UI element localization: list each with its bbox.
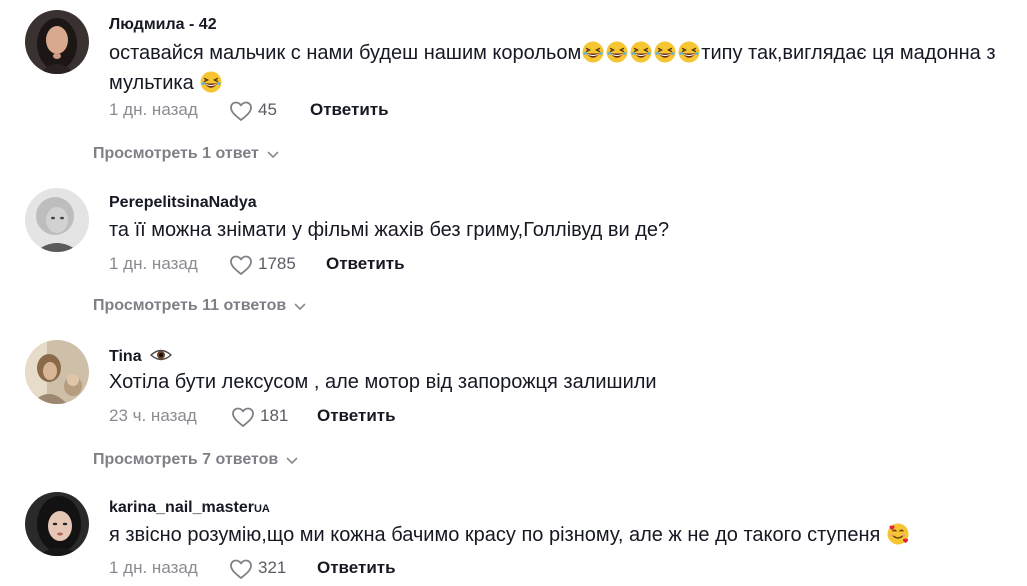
avatar[interactable]	[25, 10, 89, 74]
grinning-squinting-face-icon	[200, 71, 222, 93]
comment-text: оставайся мальчик с нами будеш нашим кор…	[109, 38, 1014, 98]
reply-button[interactable]: Ответить	[317, 558, 396, 578]
view-replies-button[interactable]: Просмотреть 1 ответ	[93, 145, 279, 163]
view-replies-label: Просмотреть 11 ответов	[93, 297, 287, 314]
comment-username[interactable]: PerepelitsinaNadya	[109, 194, 257, 212]
grinning-squinting-face-icon	[654, 41, 676, 63]
view-replies-label: Просмотреть 1 ответ	[93, 145, 259, 162]
heart-outline-icon[interactable]	[229, 254, 253, 276]
smiling-face-with-hearts-icon	[887, 523, 909, 545]
comment-time: 1 дн. назад	[109, 100, 198, 119]
grinning-squinting-face-icon	[582, 41, 604, 63]
comment-time: 1 дн. назад	[109, 558, 198, 577]
username-label: Tina	[109, 348, 142, 365]
avatar[interactable]	[25, 188, 89, 252]
avatar[interactable]	[25, 340, 89, 404]
username-label: karina_nail_master	[109, 499, 254, 516]
chevron-down-icon	[294, 303, 306, 311]
comment-text-part: оставайся мальчик с нами будеш нашим кор…	[109, 42, 582, 64]
comment-text-part: я звісно розумію,що ми кожна бачимо крас…	[109, 524, 881, 546]
heart-outline-icon[interactable]	[231, 406, 255, 428]
view-replies-label: Просмотреть 7 ответов	[93, 451, 279, 468]
view-replies-button[interactable]: Просмотреть 7 ответов	[93, 451, 298, 469]
reply-button[interactable]: Ответить	[317, 406, 396, 426]
comment-time: 1 дн. назад	[109, 254, 198, 273]
grinning-squinting-face-icon	[630, 41, 652, 63]
username-suffix: UA	[253, 503, 270, 515]
like-count: 321	[258, 558, 287, 577]
grinning-squinting-face-icon	[678, 41, 700, 63]
like-count: 45	[258, 100, 277, 119]
view-replies-button[interactable]: Просмотреть 11 ответов	[93, 297, 306, 315]
like-count: 1785	[258, 254, 296, 273]
chevron-down-icon	[286, 457, 298, 465]
comment-text: та її можна знімати у фільмі жахів без г…	[109, 219, 670, 241]
heart-outline-icon[interactable]	[229, 558, 253, 580]
eye-icon	[150, 349, 173, 361]
heart-outline-icon[interactable]	[229, 100, 253, 122]
comment-username[interactable]: Tina	[109, 347, 173, 366]
chevron-down-icon	[267, 151, 279, 159]
avatar[interactable]	[25, 492, 89, 556]
comment-username[interactable]: karina_nail_masterUA	[109, 499, 270, 517]
comment-text: я звісно розумію,що ми кожна бачимо крас…	[109, 520, 1014, 550]
comment-username[interactable]: Людмила - 42	[109, 16, 217, 34]
grinning-squinting-face-icon	[606, 41, 628, 63]
reply-button[interactable]: Ответить	[326, 254, 405, 274]
like-count: 181	[260, 406, 289, 425]
comment-time: 23 ч. назад	[109, 406, 197, 425]
comment-text: Хотіла бути лексусом , але мотор від зап…	[109, 371, 657, 393]
reply-button[interactable]: Ответить	[310, 100, 389, 120]
